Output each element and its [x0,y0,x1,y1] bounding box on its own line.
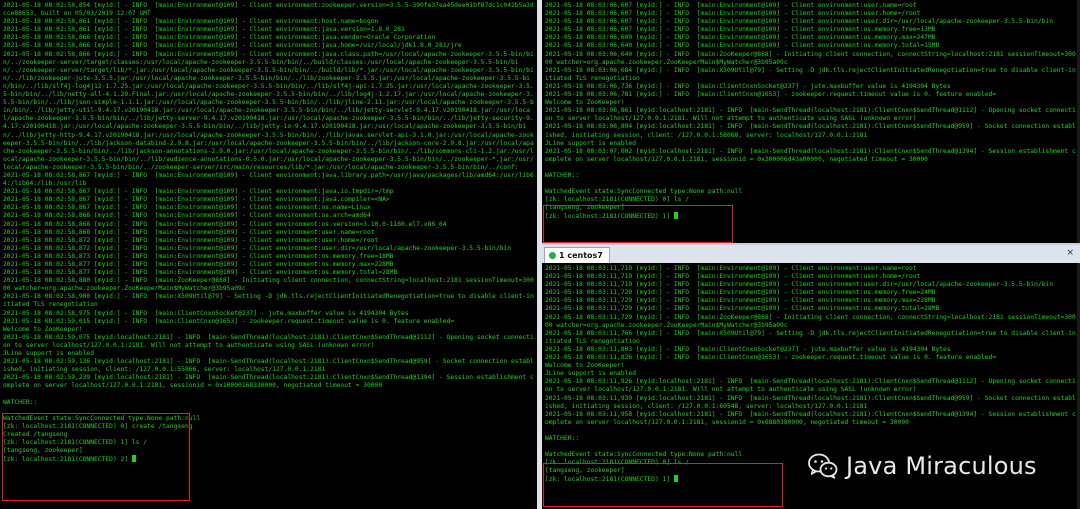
terminal-log-left: 2021-05-18 08:02:58,854 [myid:] - INFO [… [3,2,534,406]
watermark-text: Java Miraculous [846,452,1037,480]
terminal-log-right-bottom: 2021-05-18 08:03:11,719 [myid:] - INFO [… [545,265,1076,442]
session-tab-bar: 1 centos7 × [542,245,1080,264]
close-icon[interactable]: × [1066,248,1074,258]
wechat-icon [808,453,838,479]
highlight-box-right-top [543,205,733,243]
watermark: Java Miraculous [808,446,1037,486]
highlight-box-left [2,413,190,501]
terminal-output-right-top: 2021-05-18 08:03:06,607 [myid:] - INFO [… [545,2,1077,222]
highlight-box-right-bottom [543,463,783,507]
terminal-pane-right-top[interactable]: 2021-05-18 08:03:06,607 [myid:] - INFO [… [542,0,1080,243]
terminal-pane-left[interactable]: 2021-05-18 08:02:58,854 [myid:] - INFO [… [0,0,537,509]
tab-centos7[interactable]: 1 centos7 [544,247,610,263]
terminal-log-right-top: 2021-05-18 08:03:06,607 [myid:] - INFO [… [545,2,1076,179]
tab-label: 1 centos7 [559,251,603,260]
connected-status-icon [549,252,556,259]
terminal-output-left: 2021-05-18 08:02:58,854 [myid:] - INFO [… [3,2,534,464]
